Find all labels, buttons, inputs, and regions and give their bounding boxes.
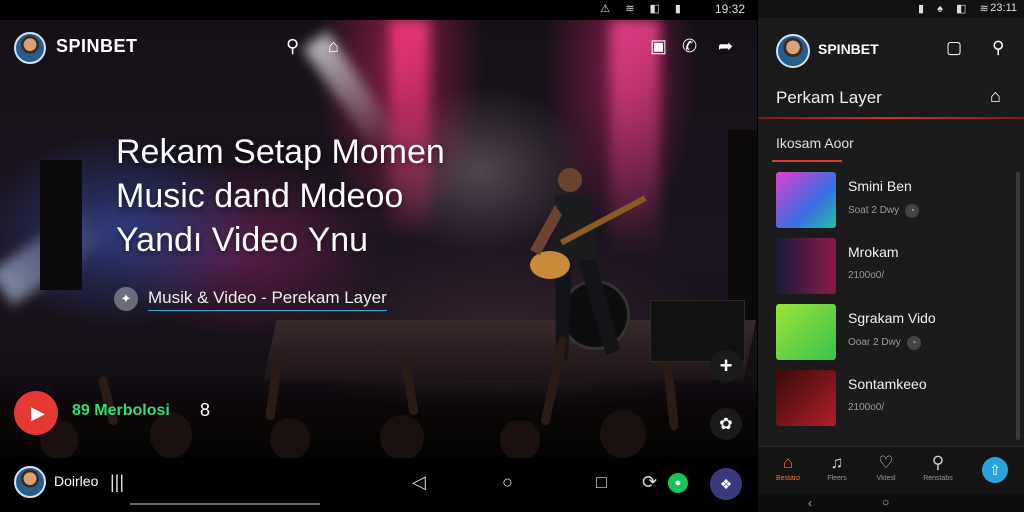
hero-line: Music dand Mdeoo [116,177,404,215]
location-button[interactable]: ❖ [710,468,742,500]
guitarist-figure [530,168,647,360]
list-item[interactable]: Mrokam 2100o0/ [758,234,1024,300]
music-icon: ♫ [830,453,844,472]
item-meta: 2100o0/ [848,270,885,281]
list-item[interactable]: Sgrakam Vido Ooar 2 Dwy ◔ [758,300,1024,366]
nav-label: Renstabs [923,475,953,482]
nav-favorites[interactable]: ♡ Vktesl [861,453,911,482]
profile-avatar[interactable] [776,34,810,68]
member-count: 89 Merbolosi [72,402,170,419]
scrollbar[interactable] [1016,172,1020,440]
window-icon[interactable]: ▢ [946,38,962,58]
screen-record-icon[interactable]: ▣ [650,36,667,57]
item-meta: Soat 2 Dwy ◔ [848,204,920,218]
side-panel: ▮ ♠ ◧ ≋ 23:11 SPINBET ▢ ⚲ Perkam Layer ⌂… [757,0,1024,512]
nav-music[interactable]: ♫ Fleers [812,453,862,482]
item-title: Smini Ben [848,178,912,194]
crowd-head [600,410,646,458]
nav-label: Vktesl [876,475,896,482]
user-avatar[interactable] [14,466,46,498]
thumbnail [776,172,836,228]
user-name: Doirleo [54,473,99,489]
recent-apps-icon[interactable]: □ [596,472,607,493]
hero-line: Rekam Setap Momen [116,133,445,171]
home-circle-icon[interactable]: ○ [502,472,513,493]
item-meta: 2100o0/ [848,402,885,413]
clock-icon: ◔ [906,336,921,350]
item-title: Sontamkeeo [848,376,927,392]
home-icon: ⌂ [782,453,794,472]
status-icons: ⚠ ≋ ◧ ▮ [600,3,687,15]
tool-icon: ✦ [114,287,138,311]
item-title: Mrokam [848,244,899,260]
hero-panel: ⚠ ≋ ◧ ▮ 19:32 SPINBET ⚲ ⌂ ▣ ✆ ➦ Rekam Se… [0,0,757,512]
menu-icon[interactable]: ||| [110,472,124,493]
search-icon[interactable]: ⚲ [286,36,299,57]
heart-icon: ♡ [878,453,894,472]
status-bar: ▮ ♠ ◧ ≋ 23:11 [758,0,1024,18]
viewer-count: 8 [200,400,211,420]
tab-active[interactable]: Ikosam Aoor [776,135,854,151]
phone-icon[interactable]: ✆ [682,36,697,57]
status-clock: 23:11 [990,2,1017,14]
add-button[interactable]: + [710,350,742,382]
nav-search[interactable]: ⚲ Renstabs [913,453,963,482]
section-title: Perkam Layer [776,88,882,107]
system-nav: ‹ ○ [758,494,1024,512]
status-icons: ▮ ♠ ◧ ≋ [918,3,994,15]
home-icon[interactable]: ⌂ [328,36,339,57]
list-item[interactable]: Smini Ben Soat 2 Dwy ◔ [758,168,1024,234]
sync-icon[interactable]: ⟳ [642,472,657,493]
stage-speaker [40,160,82,290]
top-bar: SPINBET ⚲ ⌂ ▣ ✆ ➦ [0,28,757,68]
share-icon[interactable]: ➦ [718,36,733,57]
brand-logo[interactable]: SPINBET [818,41,879,57]
nav-label: Bestaro [775,475,801,482]
status-badge: ● [668,473,688,493]
thumbnail [776,304,836,360]
app-screen: ⚠ ≋ ◧ ▮ 19:32 SPINBET ⚲ ⌂ ▣ ✆ ➦ Rekam Se… [0,0,1024,512]
upload-button[interactable]: ⇧ [982,457,1008,483]
hero-subtitle-row[interactable]: ✦ Musik & Video - Perekam Layer [114,287,387,311]
bottom-bar: Doirleo ||| ◁ ○ □ ⟳ ● ❖ [0,458,757,512]
item-meta: Ooar 2 Dwy ◔ [848,336,921,350]
item-title: Sgrakam Vido [848,310,936,326]
home-icon[interactable]: ⌂ [990,86,1001,107]
bottom-nav: ⌂ Bestaro ♫ Fleers ♡ Vktesl ⚲ Renstabs ⇧ [758,446,1024,494]
status-clock: 19:32 [714,2,745,16]
thumbnail [776,370,836,426]
clock-icon: ◔ [905,204,920,218]
list-item[interactable]: Sontamkeeo 2100o0/ [758,366,1024,432]
crowd-head [270,418,310,460]
nav-label: Fleers [827,475,847,482]
crowd-head [500,420,540,460]
tab-indicator [772,160,842,162]
home-circle-icon[interactable]: ○ [882,495,889,509]
back-icon[interactable]: ‹ [808,496,812,510]
status-bar: ⚠ ≋ ◧ ▮ 19:32 [0,0,757,20]
nav-home[interactable]: ⌂ Bestaro [763,453,813,482]
search-icon: ⚲ [931,453,945,472]
thumbnail [776,238,836,294]
progress-line [130,503,320,505]
brand-logo[interactable]: SPINBET [56,36,138,57]
hero-title: Rekam Setap Momen Music dand Mdeoo Yandı… [116,130,516,262]
divider [758,117,1024,119]
play-button[interactable]: ▶ [14,391,58,435]
recording-list: Smini Ben Soat 2 Dwy ◔ Mrokam 2100o0/ Sgr… [758,168,1024,432]
panel-header: SPINBET ▢ ⚲ [758,30,1024,70]
back-icon[interactable]: ◁ [412,472,426,493]
crowd-head [380,415,424,460]
react-button[interactable]: ✿ [710,408,742,440]
pin-icon[interactable]: ⚲ [992,38,1004,58]
hero-subtitle: Musik & Video - Perekam Layer [148,288,387,311]
hero-line: Yandı Videο Ynu [116,221,369,259]
profile-avatar[interactable] [14,32,46,64]
play-icon: ▶ [31,402,45,423]
